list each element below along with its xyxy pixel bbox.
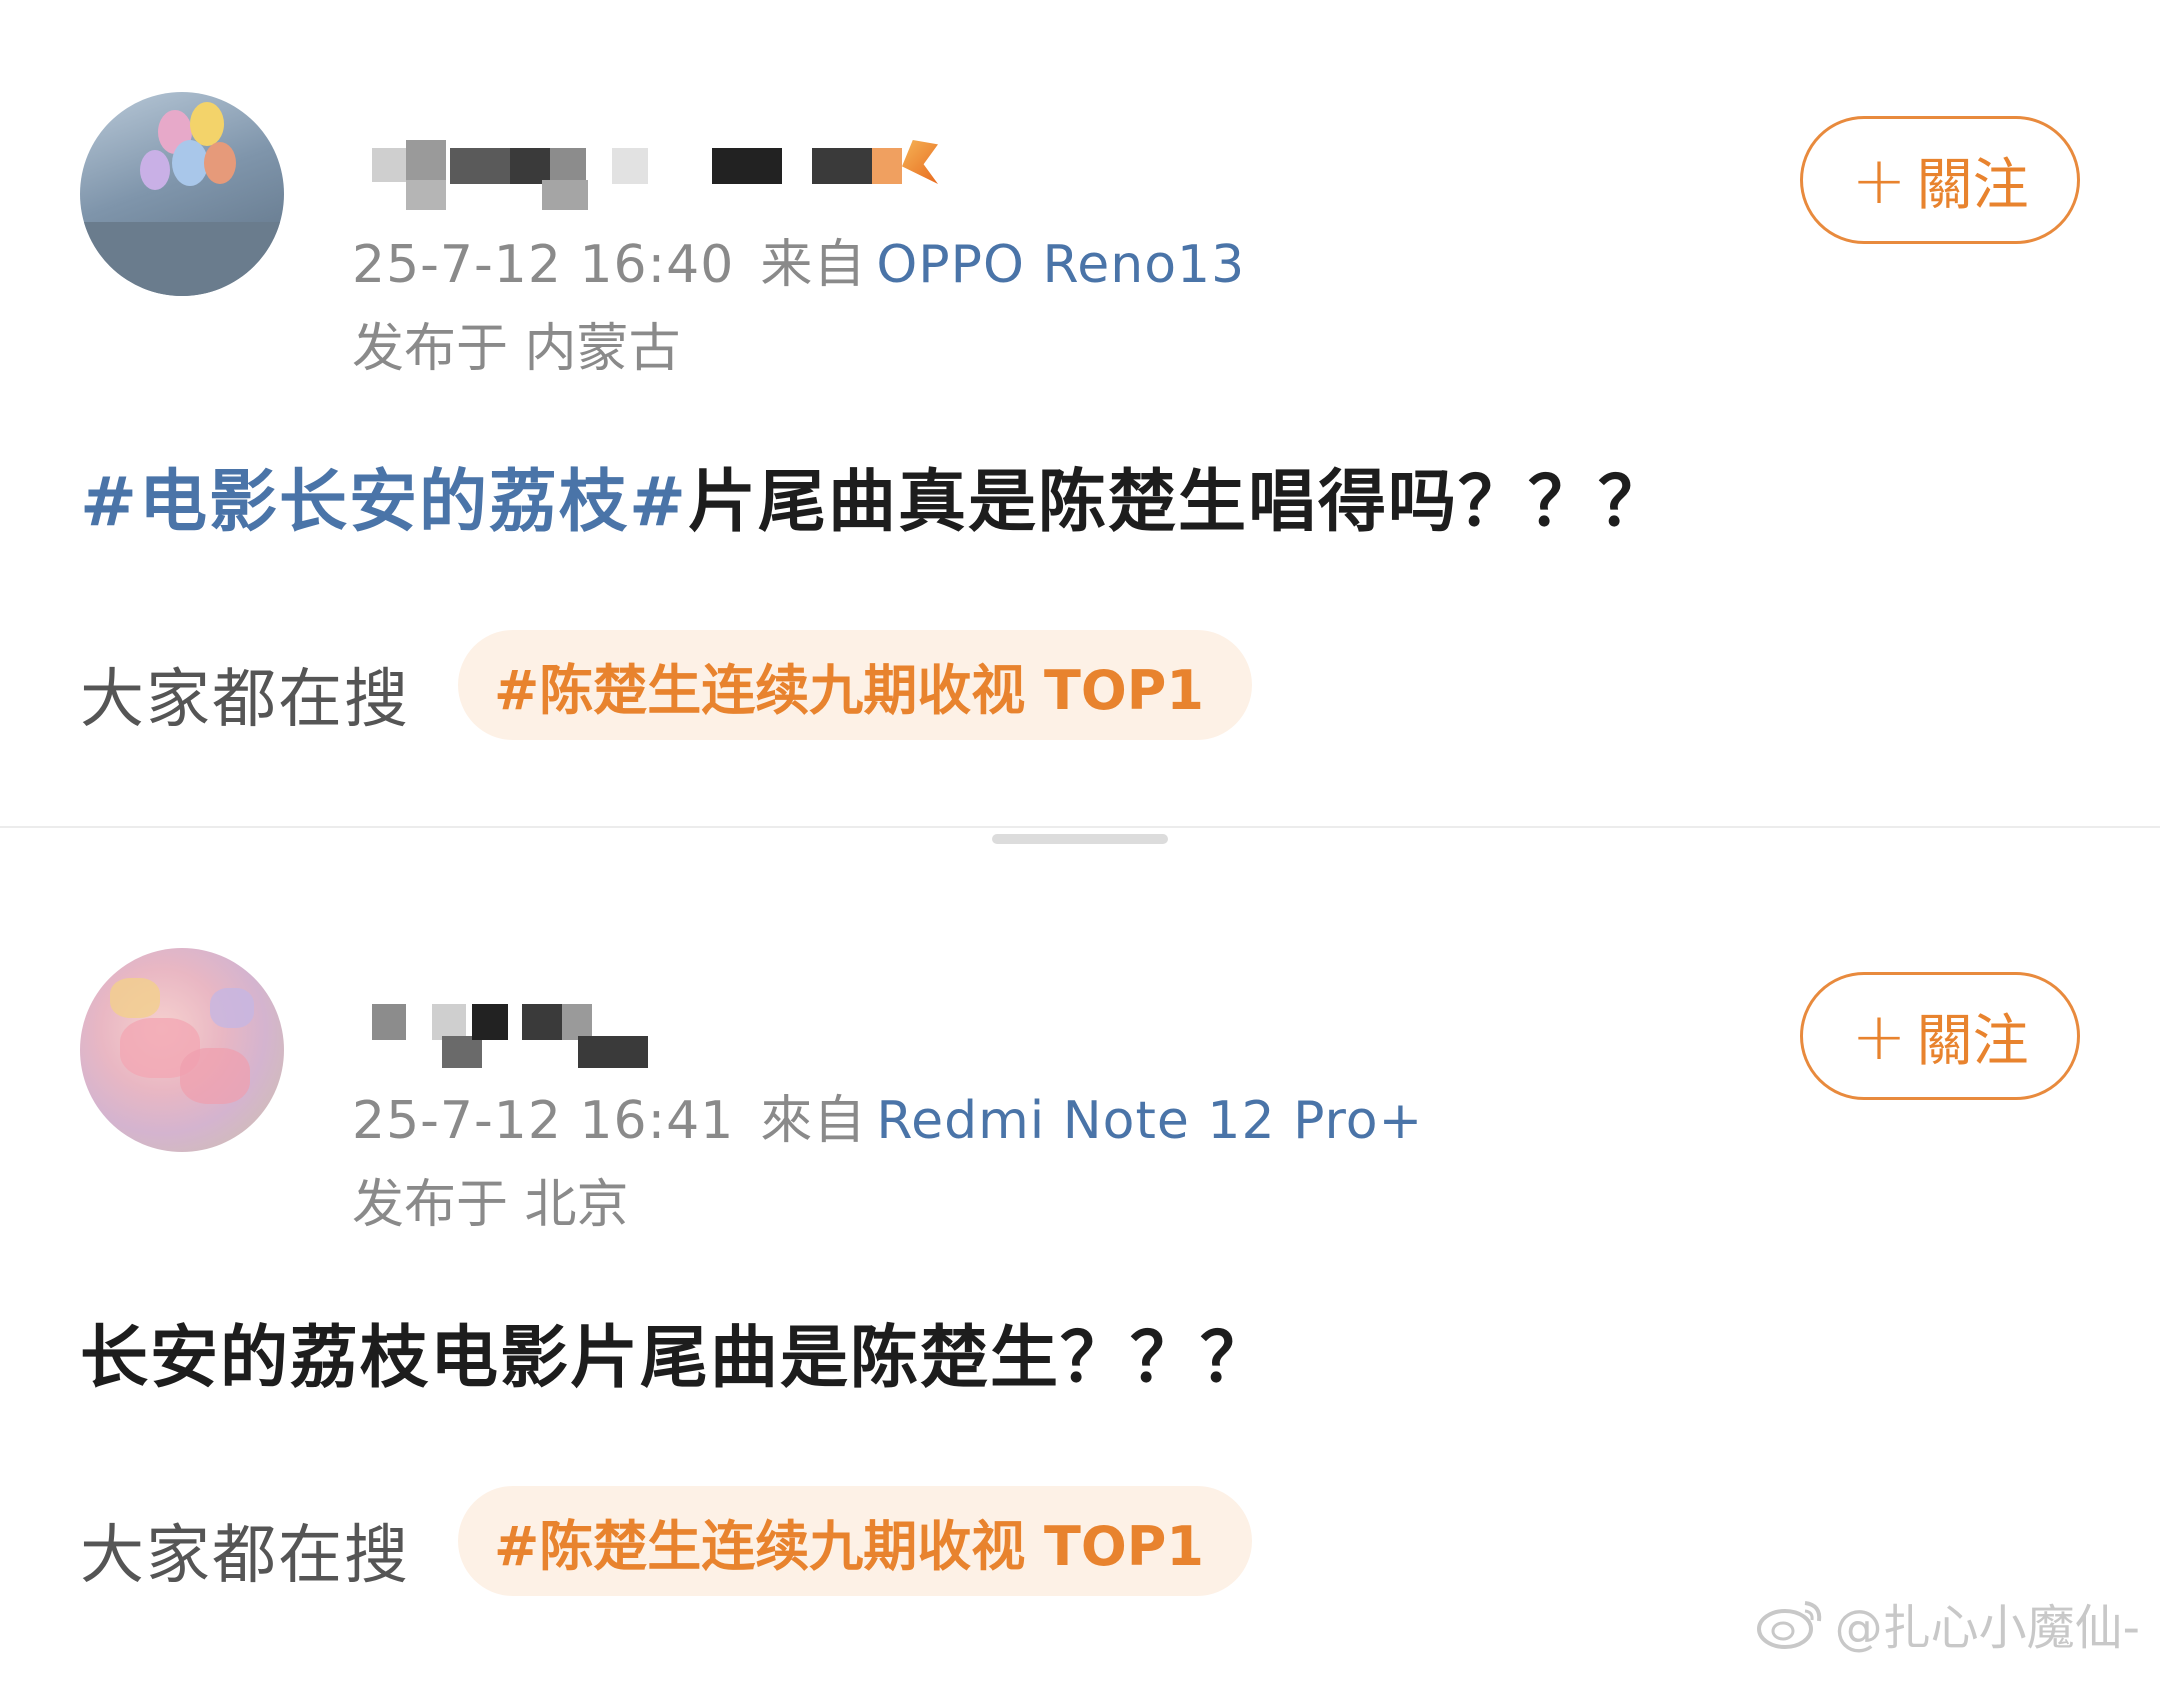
plus-icon: + [1851,997,1907,1075]
hot-search-tag[interactable]: #陈楚生连续九期收视 TOP1 [458,630,1252,740]
post-text: 长安的荔枝电影片尾曲是陈楚生？？？ [80,1319,1271,1398]
username-blurred[interactable] [372,140,972,220]
weibo-post-2: 25-7-12 16:41 來自 Redmi Note 12 Pro+ 发布于 北京… [0,856,2160,1682]
from-label: 來自 [760,1091,867,1151]
timestamp: 25-7-12 16:40 [352,235,735,295]
post-meta: 25-7-12 16:41 來自 Redmi Note 12 Pro+ [352,1078,1423,1153]
topic-link[interactable]: #电影长安的荔枝# [80,463,688,542]
post-content: 长安的荔枝电影片尾曲是陈楚生？？？ [80,1302,1270,1401]
follow-label: 關注 [1916,1008,2029,1074]
watermark: @扎心小魔仙- [1755,1588,2140,1658]
balloon-icon [172,140,208,186]
flower-shape [210,988,254,1028]
weibo-logo-icon [1755,1595,1827,1651]
follow-label: 關注 [1916,152,2029,218]
username-blurred[interactable] [372,996,972,1076]
flower-shape [110,978,160,1018]
flower-shape [180,1048,250,1104]
search-label: 大家都在搜 [80,663,410,737]
vip-badge-icon [902,140,938,184]
post-content: #电影长安的荔枝#片尾曲真是陈楚生唱得吗？？？ [80,446,1668,545]
post-meta: 25-7-12 16:40 来自 OPPO Reno13 [352,222,1245,297]
building-shape [80,222,284,296]
balloon-icon [190,102,224,146]
follow-button[interactable]: + 關注 [1800,972,2080,1100]
drag-handle [992,834,1168,844]
device-link[interactable]: Redmi Note 12 Pro+ [876,1091,1423,1151]
from-label: 来自 [760,235,867,295]
weibo-post-1: 25-7-12 16:40 来自 OPPO Reno13 发布于 内蒙古 + 關注 … [0,0,2160,826]
post-text: 片尾曲真是陈楚生唱得吗？？？ [687,463,1668,542]
post-divider [0,826,2160,856]
hot-search-tag[interactable]: #陈楚生连续九期收视 TOP1 [458,1486,1252,1596]
user-avatar[interactable] [80,92,284,296]
location-text: 发布于 内蒙古 [352,319,681,379]
balloon-icon [140,150,170,190]
follow-button[interactable]: + 關注 [1800,116,2080,244]
device-link[interactable]: OPPO Reno13 [876,235,1245,295]
balloon-icon [204,142,236,184]
watermark-text: @扎心小魔仙- [1834,1600,2140,1656]
search-label: 大家都在搜 [80,1519,410,1593]
timestamp: 25-7-12 16:41 [352,1091,735,1151]
user-avatar[interactable] [80,948,284,1152]
location-text: 发布于 北京 [352,1175,629,1235]
plus-icon: + [1851,141,1907,219]
